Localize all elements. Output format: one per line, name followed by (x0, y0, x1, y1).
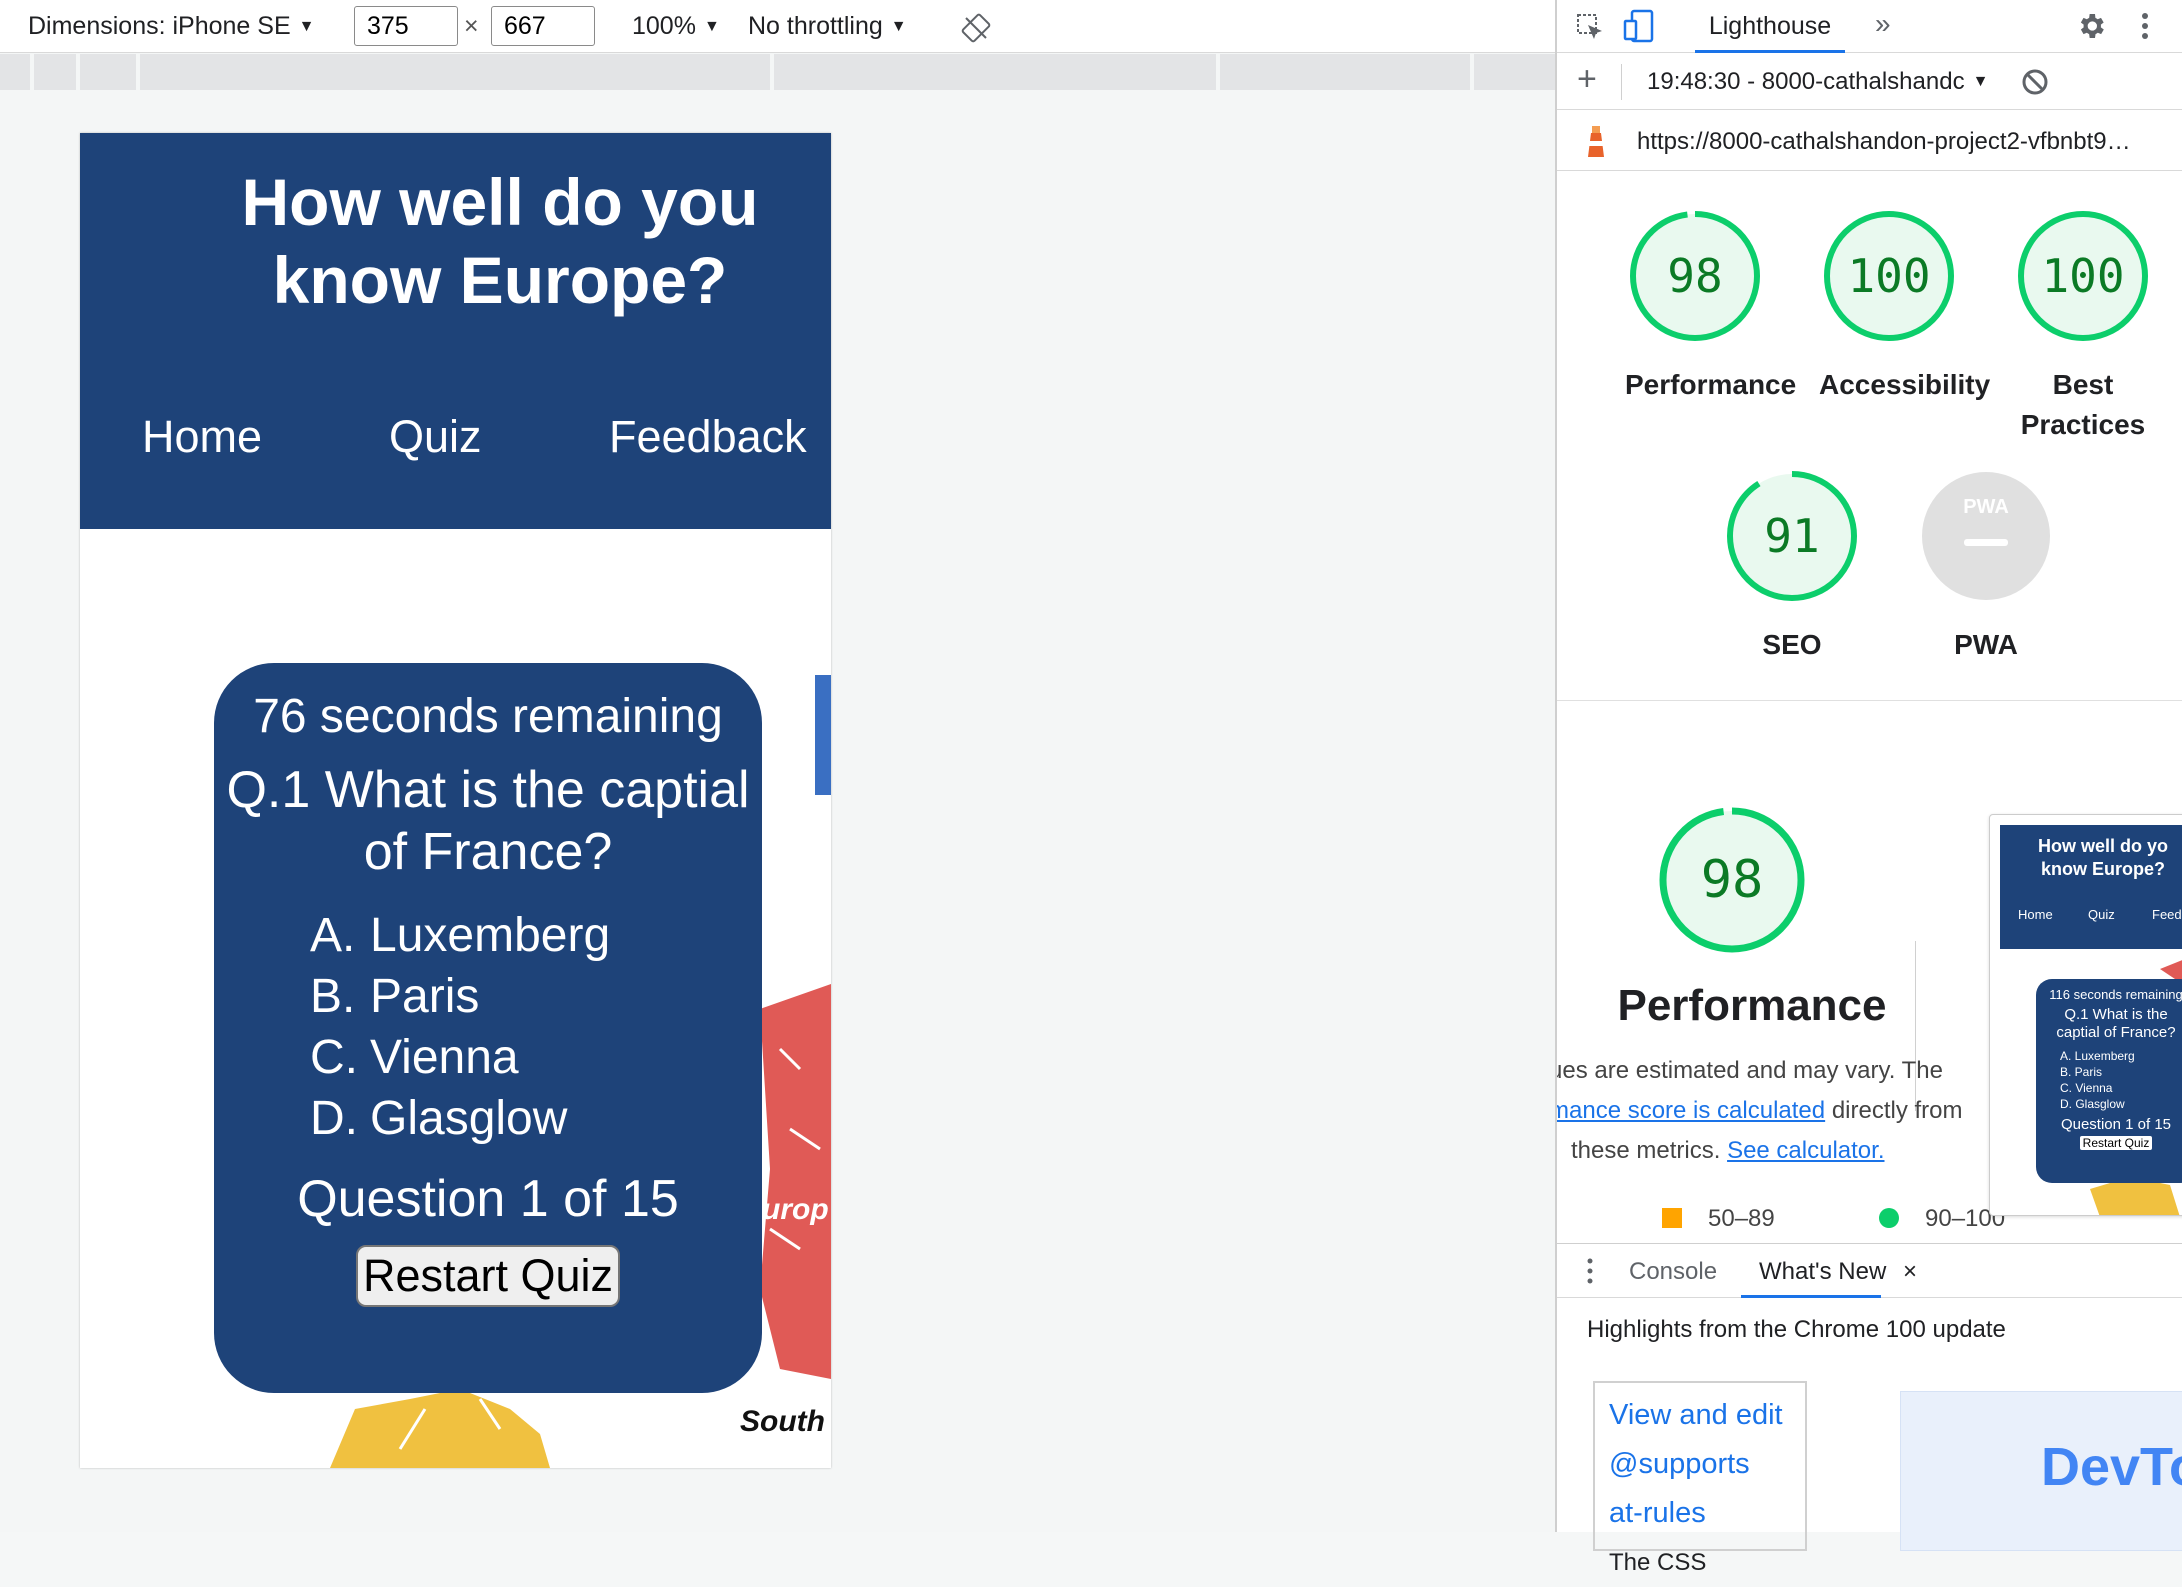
answer-option-a[interactable]: A. Luxemberg (310, 905, 610, 966)
devtools-tabbar: Lighthouse » (1557, 0, 2182, 53)
performance-big-gauge: 98 (1659, 807, 1805, 953)
performance-description: ues are estimated and may vary. The manc… (1557, 1051, 1979, 1171)
page-screenshot-thumbnail[interactable]: How well do yo know Europe? Home Quiz Fe… (1989, 814, 2182, 1216)
devtools-promo-card[interactable]: DevTo (1900, 1391, 2182, 1551)
quiz-card: 76 seconds remaining Q.1 What is the cap… (214, 663, 762, 1393)
height-input[interactable] (491, 6, 595, 46)
devtools-promo-text: DevTo (2041, 1437, 2182, 1497)
see-calculator-link[interactable]: See calculator. (1727, 1137, 1884, 1164)
performance-section: 98 Performance ues are estimated and may… (1557, 700, 2182, 1240)
emulated-viewport: How well do you know Europe? Home Quiz F… (80, 133, 831, 1468)
question-progress: Question 1 of 15 (297, 1170, 679, 1228)
answer-option-c[interactable]: C. Vienna (310, 1027, 610, 1088)
lighthouse-toolbar: + 19:48:30 - 8000-cathalshandc ▼ (1557, 54, 2182, 110)
more-tabs-icon[interactable]: » (1875, 8, 1891, 40)
report-url-bar: https://8000-cathalshandon-project2-vfbn… (1557, 111, 2182, 171)
legend-pass: 90–100 (1879, 1205, 2005, 1233)
tab-console[interactable]: Console (1629, 1258, 1717, 1286)
new-report-icon[interactable]: + (1577, 60, 1597, 99)
dimensions-dropdown[interactable]: Dimensions: iPhone SE ▼ (28, 12, 314, 41)
gauge-accessibility-score: 100 (1847, 249, 1931, 303)
performance-big-score: 98 (1701, 850, 1764, 910)
feature-card-supports[interactable]: View and edit @supports at-rules The CSS (1593, 1381, 1807, 1576)
zoom-dropdown[interactable]: 100% ▼ (632, 12, 720, 41)
width-input[interactable] (354, 6, 458, 46)
thumb-header: How well do yo know Europe? Home Quiz Fe… (2000, 825, 2182, 949)
pass-circle-icon (1879, 1208, 1899, 1228)
gauge-accessibility[interactable]: 100 Accessibility (1819, 207, 1991, 405)
thumb-quiz-card: 116 seconds remaining Q.1 What is the ca… (2036, 979, 2182, 1183)
timer-text: 76 seconds remaining (253, 690, 723, 743)
gauge-performance-score: 98 (1667, 249, 1723, 303)
gauge-best-practices-score: 100 (2041, 249, 2125, 303)
pwa-badge-icon: PWA (1963, 496, 2009, 518)
feature-card-title[interactable]: View and edit @supports at-rules (1609, 1399, 1783, 1529)
gauge-best-practices[interactable]: 100 Best Practices (2013, 207, 2153, 445)
drawer-tabbar: Console What's New × (1557, 1244, 2182, 1298)
average-square-icon (1662, 1208, 1682, 1228)
gauge-pwa-label: PWA (1954, 629, 2018, 660)
whats-new-heading: Highlights from the Chrome 100 update (1587, 1316, 2006, 1343)
device-emulation-area: Dimensions: iPhone SE▼ × 100%▼ No thrott… (0, 0, 1583, 1532)
devtools-menu-icon[interactable] (2141, 12, 2149, 40)
answer-option-d[interactable]: D. Glasglow (310, 1088, 610, 1149)
nav-feedback-link[interactable]: Feedback (609, 411, 807, 463)
clear-reports-icon[interactable] (2021, 68, 2049, 96)
close-whats-new-icon[interactable]: × (1903, 1258, 1917, 1286)
gauge-best-practices-label: Best Practices (2020, 369, 2146, 440)
rotate-icon[interactable] (960, 12, 992, 44)
media-query-ruler[interactable] (0, 54, 1555, 90)
answer-option-b[interactable]: B. Paris (310, 966, 610, 1027)
gauge-pwa[interactable]: PWA PWA (1916, 467, 2056, 665)
report-url[interactable]: https://8000-cathalshandon-project2-vfbn… (1637, 128, 2131, 156)
throttling-dropdown[interactable]: No throttling ▼ (748, 12, 907, 41)
times-sign: × (464, 12, 479, 40)
site-title: How well do you know Europe? (241, 165, 759, 317)
tab-lighthouse[interactable]: Lighthouse (1695, 0, 1845, 53)
nav-quiz-link[interactable]: Quiz (389, 411, 482, 463)
gauge-seo[interactable]: 91 SEO (1722, 467, 1862, 665)
restart-quiz-button[interactable]: Restart Quiz (356, 1245, 620, 1307)
devtools-panel: Lighthouse » + 19:48:30 - 8000-cathalsha… (1555, 0, 2182, 1576)
drawer-menu-icon[interactable] (1587, 1258, 1593, 1284)
gauge-seo-label: SEO (1762, 629, 1822, 660)
lighthouse-logo-icon (1588, 126, 1604, 157)
settings-gear-icon[interactable] (2075, 10, 2107, 42)
inspect-element-icon[interactable] (1575, 12, 1605, 42)
report-selector[interactable]: 19:48:30 - 8000-cathalshandc ▼ (1647, 68, 1988, 96)
legend-average: 50–89 (1662, 1205, 1775, 1233)
map-label-europe: urop (762, 1193, 829, 1226)
device-toolbar: Dimensions: iPhone SE▼ × 100%▼ No thrott… (0, 0, 1583, 53)
site-header: How well do you know Europe? Home Quiz F… (80, 133, 831, 529)
gauge-seo-score: 91 (1764, 509, 1820, 563)
score-calculated-link[interactable]: mance score is calculated (1557, 1097, 1825, 1124)
nav-home-link[interactable]: Home (142, 411, 262, 463)
devtools-drawer: Console What's New × Highlights from the… (1557, 1243, 2182, 1576)
question-text: Q.1 What is the captial of France? (226, 761, 750, 881)
gauge-performance[interactable]: 98 Performance (1625, 207, 1797, 405)
performance-title: Performance (1617, 981, 1887, 1030)
gauge-performance-label: Performance (1625, 369, 1797, 400)
gauge-accessibility-label: Accessibility (1819, 369, 1991, 400)
tab-whats-new[interactable]: What's New (1759, 1258, 1886, 1286)
device-toolbar-toggle-icon[interactable] (1623, 9, 1655, 43)
answers-list: A. Luxemberg B. Paris C. Vienna D. Glasglow (310, 905, 610, 1149)
map-caption: South (740, 1405, 825, 1438)
